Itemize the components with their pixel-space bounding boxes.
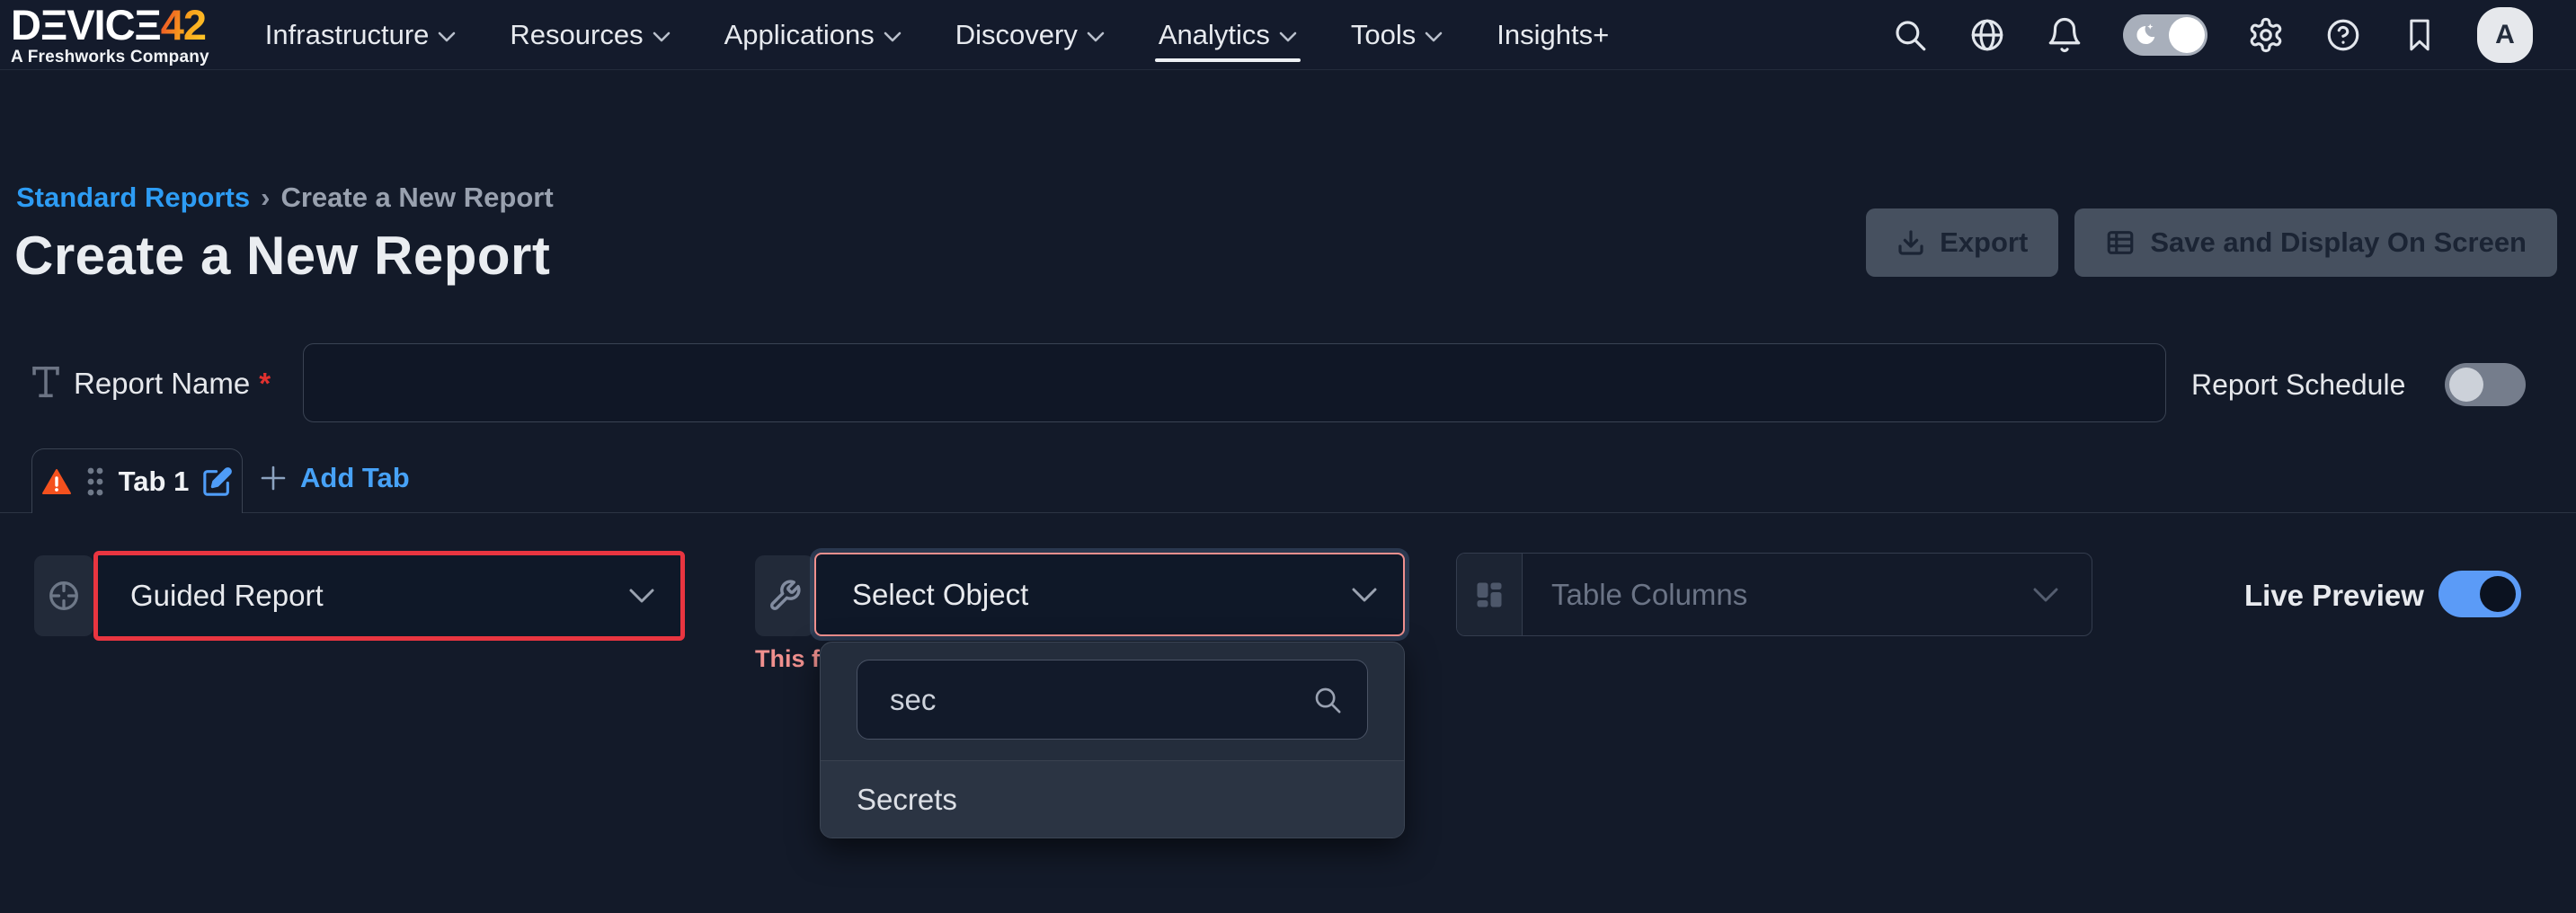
- toggle-knob: [2449, 368, 2483, 402]
- menu-analytics[interactable]: Analytics: [1159, 0, 1297, 69]
- export-button[interactable]: Export: [1866, 208, 2058, 277]
- breadcrumb-parent-link[interactable]: Standard Reports: [16, 182, 250, 214]
- breadcrumb-current: Create a New Report: [280, 182, 553, 214]
- chevron-down-icon: [1279, 31, 1297, 42]
- toggle-knob: [2480, 576, 2516, 612]
- menu-resources[interactable]: Resources: [510, 0, 670, 69]
- table-columns-icon-chip: [1457, 554, 1523, 635]
- text-field-icon: [30, 364, 62, 400]
- report-type-select[interactable]: Guided Report: [93, 551, 685, 641]
- moon-icon: [2131, 22, 2158, 49]
- chevron-down-icon: [1351, 587, 1378, 603]
- chevron-down-icon: [438, 31, 456, 42]
- breadcrumb: Standard Reports › Create a New Report: [16, 182, 554, 214]
- live-preview-toggle[interactable]: [2438, 571, 2521, 617]
- edit-tab-icon[interactable]: [202, 466, 233, 497]
- search-icon: [1311, 684, 1344, 716]
- object-search-input[interactable]: [890, 683, 1311, 717]
- add-tab-button[interactable]: Add Tab: [259, 462, 410, 494]
- avatar-initial: A: [2495, 20, 2515, 50]
- table-icon: [2105, 227, 2136, 258]
- report-name-label: Report Name*: [74, 367, 271, 401]
- object-select[interactable]: Select Object: [814, 553, 1405, 636]
- chevron-down-icon: [1087, 31, 1105, 42]
- page-title: Create a New Report: [14, 225, 550, 287]
- required-asterisk: *: [259, 367, 271, 400]
- chevron-down-icon: [884, 31, 902, 42]
- chevron-down-icon: [653, 31, 671, 42]
- main-menu: Infrastructure Resources Applications Di…: [265, 0, 1609, 69]
- notifications-bell-icon[interactable]: [2046, 16, 2083, 54]
- navbar-actions: A: [1891, 7, 2533, 63]
- object-select-placeholder: Select Object: [852, 578, 1028, 612]
- logo-number: 42: [161, 4, 206, 46]
- chevron-down-icon: [2032, 587, 2059, 603]
- object-search-box: [857, 660, 1368, 740]
- live-preview-label: Live Preview: [2244, 579, 2424, 613]
- save-and-display-button[interactable]: Save and Display On Screen: [2074, 208, 2557, 277]
- menu-tools[interactable]: Tools: [1351, 0, 1443, 69]
- chevron-down-icon: [628, 588, 655, 604]
- report-type-icon-chip: [34, 555, 93, 636]
- report-schedule-label: Report Schedule: [2191, 368, 2405, 402]
- theme-toggle[interactable]: [2123, 14, 2207, 56]
- plus-icon: [259, 464, 288, 492]
- header-actions: Export Save and Display On Screen: [1866, 208, 2557, 277]
- search-icon[interactable]: [1891, 16, 1929, 54]
- help-icon[interactable]: [2324, 16, 2362, 54]
- report-type-value: Guided Report: [130, 579, 324, 613]
- menu-infrastructure[interactable]: Infrastructure: [265, 0, 457, 69]
- wrench-icon: [768, 579, 802, 613]
- user-avatar[interactable]: A: [2477, 7, 2533, 63]
- device42-logo[interactable]: DΞVICΞ42 A Freshworks Company: [11, 4, 209, 66]
- report-schedule-toggle[interactable]: [2445, 363, 2526, 406]
- warning-icon: [41, 468, 72, 495]
- tabbar-divider: [0, 512, 2576, 513]
- object-select-dropdown: Secrets: [820, 642, 1405, 838]
- bookmark-icon[interactable]: [2402, 16, 2438, 54]
- drag-handle-icon[interactable]: [85, 465, 105, 499]
- menu-applications[interactable]: Applications: [724, 0, 902, 69]
- table-columns-select: Table Columns: [1456, 553, 2092, 636]
- object-select-error: This f: [755, 645, 820, 673]
- theme-toggle-knob: [2169, 17, 2205, 53]
- report-name-input[interactable]: [303, 343, 2166, 422]
- breadcrumb-separator: ›: [261, 182, 270, 214]
- chevron-down-icon: [1425, 31, 1443, 42]
- object-select-icon-chip: [755, 555, 814, 636]
- crosshair-icon: [44, 576, 84, 616]
- menu-insights[interactable]: Insights+: [1497, 0, 1609, 69]
- globe-icon[interactable]: [1968, 16, 2006, 54]
- download-icon: [1896, 228, 1925, 257]
- logo-subtitle: A Freshworks Company: [11, 49, 209, 66]
- menu-discovery[interactable]: Discovery: [955, 0, 1105, 69]
- top-navbar: DΞVICΞ42 A Freshworks Company Infrastruc…: [0, 0, 2576, 70]
- dropdown-option-secrets[interactable]: Secrets: [821, 761, 1404, 838]
- tab-1[interactable]: Tab 1: [31, 448, 243, 513]
- settings-gear-icon[interactable]: [2247, 16, 2285, 54]
- logo-text: DΞVICΞ: [11, 4, 161, 46]
- tab-label: Tab 1: [119, 465, 190, 498]
- table-columns-placeholder: Table Columns: [1551, 578, 1747, 612]
- columns-icon: [1473, 579, 1506, 611]
